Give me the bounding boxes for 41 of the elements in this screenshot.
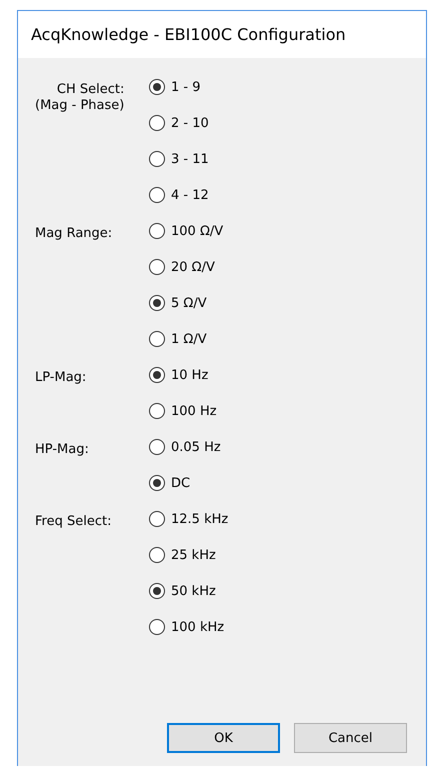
ok-button[interactable]: OK [167, 723, 280, 753]
radio-button[interactable] [149, 259, 165, 275]
radio-option[interactable]: DC [149, 465, 221, 501]
radio-button[interactable] [149, 619, 165, 635]
radio-button[interactable] [149, 295, 165, 311]
radio-option[interactable]: 100 Ω/V [149, 213, 224, 249]
window-title: AcqKnowledge - EBI100C Configuration [31, 25, 346, 44]
radio-button[interactable] [149, 151, 165, 167]
radio-option[interactable]: 50 kHz [149, 573, 228, 609]
radio-option[interactable]: 100 kHz [149, 609, 228, 645]
radio-option[interactable]: 20 Ω/V [149, 249, 224, 285]
radio-option[interactable]: 5 Ω/V [149, 285, 224, 321]
radio-button[interactable] [149, 439, 165, 455]
radio-option[interactable]: 12.5 kHz [149, 501, 228, 537]
group-label: (Mag - Phase) [35, 98, 124, 114]
radio-button[interactable] [149, 547, 165, 563]
radio-option[interactable]: 4 - 12 [149, 177, 209, 213]
group-label: Mag Range: [35, 226, 112, 242]
radio-button[interactable] [149, 403, 165, 419]
radio-option[interactable]: 100 Hz [149, 393, 217, 429]
radio-button[interactable] [149, 115, 165, 131]
radio-option[interactable]: 0.05 Hz [149, 429, 221, 465]
radio-button[interactable] [149, 475, 165, 491]
radio-option[interactable]: 1 - 9 [149, 69, 209, 105]
group-label: CH Select: [56, 82, 124, 98]
radio-button[interactable] [149, 583, 165, 599]
group-label: LP-Mag: [35, 370, 86, 386]
radio-button[interactable] [149, 367, 165, 383]
radio-option[interactable]: 1 Ω/V [149, 321, 224, 357]
radio-option[interactable]: 25 kHz [149, 537, 228, 573]
group-label: Freq Select: [35, 514, 112, 530]
radio-button[interactable] [149, 187, 165, 203]
radio-button[interactable] [149, 223, 165, 239]
radio-button[interactable] [149, 331, 165, 347]
group-label: HP-Mag: [35, 442, 89, 458]
radio-button[interactable] [149, 79, 165, 95]
radio-option[interactable]: 2 - 10 [149, 105, 209, 141]
radio-option[interactable]: 10 Hz [149, 357, 217, 393]
cancel-button[interactable]: Cancel [294, 723, 407, 753]
radio-button[interactable] [149, 511, 165, 527]
radio-option[interactable]: 3 - 11 [149, 141, 209, 177]
